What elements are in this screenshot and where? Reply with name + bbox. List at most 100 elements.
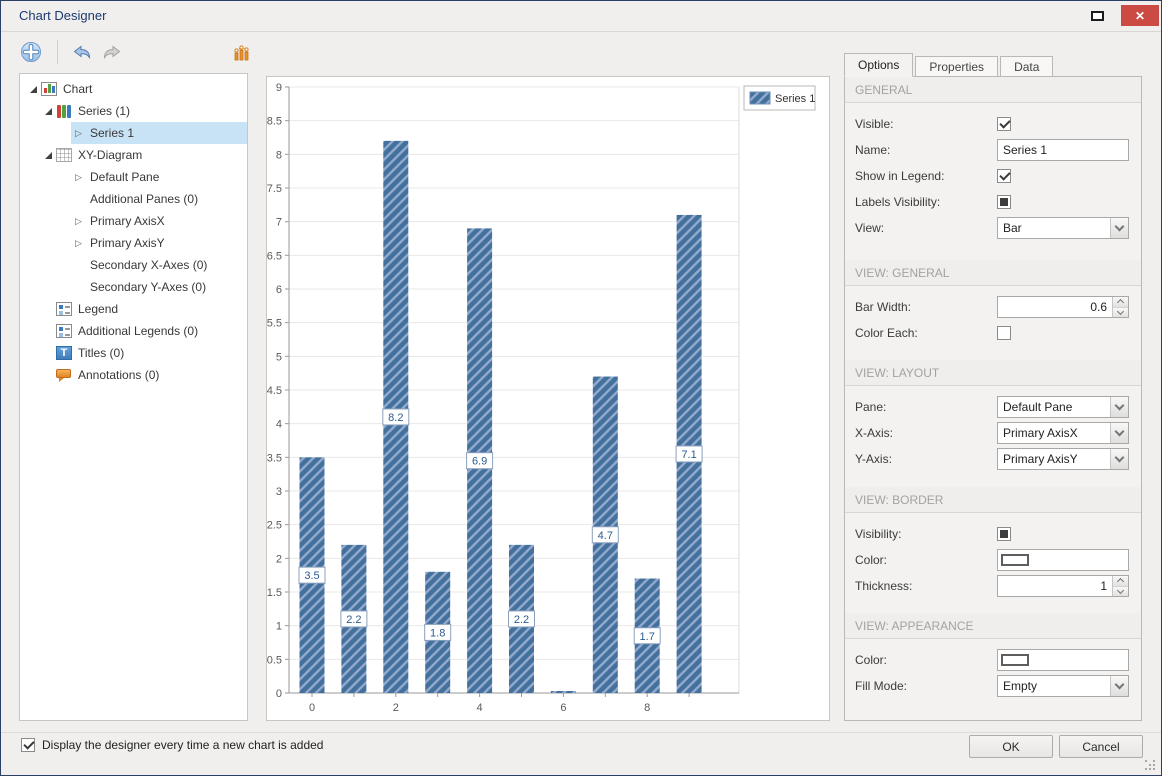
- chevron-down-icon[interactable]: [1110, 218, 1128, 238]
- x-axis-dropdown[interactable]: Primary AxisX: [997, 422, 1129, 444]
- chart-preview[interactable]: 00.511.522.533.544.555.566.577.588.59024…: [266, 76, 830, 721]
- chevron-down-icon[interactable]: [1110, 423, 1128, 443]
- tree-item-secondary-x-axes-0[interactable]: Secondary X-Axes (0): [71, 254, 247, 276]
- spin-down-icon[interactable]: [1113, 587, 1128, 597]
- svg-text:1.7: 1.7: [640, 631, 655, 643]
- tree-item-label: Series 1: [86, 126, 134, 140]
- bar-width-spinner[interactable]: 0.6: [997, 296, 1129, 318]
- undo-button[interactable]: [69, 39, 95, 65]
- expand-expanded-icon[interactable]: [41, 104, 56, 119]
- series-icon: [56, 104, 72, 118]
- tree-item-default-pane[interactable]: ▷Default Pane: [71, 166, 247, 188]
- svg-text:3: 3: [276, 486, 282, 498]
- svg-text:3.5: 3.5: [304, 570, 319, 582]
- grid-icon: [56, 148, 72, 162]
- x-tick-label: 6: [560, 702, 566, 714]
- tree-item-secondary-y-axes-0[interactable]: Secondary Y-Axes (0): [71, 276, 247, 298]
- field-label: Fill Mode:: [855, 679, 997, 693]
- expand-spacer: [71, 280, 86, 295]
- show-in-legend-checkbox[interactable]: [997, 169, 1011, 183]
- svg-text:8: 8: [276, 149, 282, 161]
- tree-item-titles-0[interactable]: Titles (0): [41, 342, 247, 364]
- tree-item-primary-axisy[interactable]: ▷Primary AxisY: [71, 232, 247, 254]
- x-tick-label: 2: [393, 702, 399, 714]
- plus-circle-icon: [20, 41, 42, 63]
- chart-type-button[interactable]: [229, 39, 255, 65]
- tree-item-label: Chart: [63, 82, 92, 96]
- tree-item-series-1[interactable]: Series (1): [41, 100, 247, 122]
- tab-properties[interactable]: Properties: [915, 56, 998, 77]
- visible-checkbox[interactable]: [997, 117, 1011, 131]
- svg-text:1.8: 1.8: [430, 627, 445, 639]
- expand-collapsed-icon[interactable]: ▷: [71, 126, 86, 141]
- chevron-down-icon[interactable]: [1110, 676, 1128, 696]
- section-header-general: GENERAL: [845, 77, 1141, 103]
- tab-options[interactable]: Options: [844, 53, 913, 77]
- spin-down-icon[interactable]: [1113, 308, 1128, 318]
- tree-item-annotations-0[interactable]: Annotations (0): [41, 364, 247, 386]
- chart-canvas[interactable]: 00.511.522.533.544.555.566.577.588.59024…: [267, 77, 829, 720]
- fill-mode-dropdown[interactable]: Empty: [997, 675, 1129, 697]
- svg-text:9: 9: [276, 82, 282, 94]
- tree-item-label: Additional Legends (0): [78, 324, 198, 338]
- legend-series-label: Series 1: [775, 93, 815, 105]
- redo-button[interactable]: [99, 39, 125, 65]
- border-visibility-checkbox[interactable]: [997, 527, 1011, 541]
- tree-item-chart[interactable]: Chart: [26, 78, 247, 100]
- tree-item-xy-diagram[interactable]: XY-Diagram: [41, 144, 247, 166]
- spin-up-icon[interactable]: [1113, 576, 1128, 587]
- display-designer-checkbox[interactable]: [21, 738, 35, 752]
- tree-item-additional-panes-0[interactable]: Additional Panes (0): [71, 188, 247, 210]
- svg-text:2.2: 2.2: [514, 614, 529, 626]
- ok-button[interactable]: OK: [969, 735, 1053, 758]
- tree-item-label: Legend: [78, 302, 118, 316]
- tree-item-legend[interactable]: Legend: [41, 298, 247, 320]
- tree-item-primary-axisx[interactable]: ▷Primary AxisX: [71, 210, 247, 232]
- svg-text:8.5: 8.5: [267, 116, 282, 128]
- view-dropdown[interactable]: Bar: [997, 217, 1129, 239]
- redo-icon: [102, 44, 122, 61]
- expand-collapsed-icon[interactable]: ▷: [71, 170, 86, 185]
- add-chart-element-button[interactable]: [18, 39, 44, 65]
- svg-text:4: 4: [276, 419, 282, 431]
- window-title: Chart Designer: [19, 8, 106, 23]
- close-icon[interactable]: ✕: [1121, 5, 1159, 26]
- name-input[interactable]: [997, 139, 1129, 161]
- y-axis-dropdown[interactable]: Primary AxisY: [997, 448, 1129, 470]
- chevron-down-icon[interactable]: [1110, 449, 1128, 469]
- field-label: Show in Legend:: [855, 169, 997, 183]
- field-label: Labels Visibility:: [855, 195, 997, 209]
- expand-expanded-icon[interactable]: [41, 148, 56, 163]
- chart-bar[interactable]: [551, 691, 576, 693]
- tree-item-label: Secondary X-Axes (0): [86, 258, 207, 272]
- chart-legend[interactable]: Series 1: [744, 86, 815, 110]
- tree-item-series-1[interactable]: ▷Series 1: [71, 122, 247, 144]
- tree-item-label: Series (1): [78, 104, 130, 118]
- pane-dropdown[interactable]: Default Pane: [997, 396, 1129, 418]
- section-header-view-appearance: VIEW: APPEARANCE: [845, 613, 1141, 639]
- tree-item-label: XY-Diagram: [78, 148, 142, 162]
- spin-up-icon[interactable]: [1113, 297, 1128, 308]
- title-bar: Chart Designer ✕: [1, 1, 1161, 32]
- field-label: Color Each:: [855, 326, 997, 340]
- tab-data[interactable]: Data: [1000, 56, 1053, 77]
- labels-visibility-checkbox[interactable]: [997, 195, 1011, 209]
- titles-icon: [56, 346, 72, 360]
- svg-text:0.5: 0.5: [267, 654, 282, 666]
- resize-grip[interactable]: [1145, 760, 1157, 772]
- maximize-icon[interactable]: [1091, 11, 1104, 21]
- section-header-view-border: VIEW: BORDER: [845, 487, 1141, 513]
- color-each-checkbox[interactable]: [997, 326, 1011, 340]
- svg-text:4.7: 4.7: [598, 530, 613, 542]
- appearance-color-picker[interactable]: [997, 649, 1129, 671]
- chart-icon: [41, 82, 57, 96]
- cancel-button[interactable]: Cancel: [1059, 735, 1143, 758]
- chevron-down-icon[interactable]: [1110, 397, 1128, 417]
- expand-expanded-icon[interactable]: [26, 82, 41, 97]
- tree-item-additional-legends-0[interactable]: Additional Legends (0): [41, 320, 247, 342]
- thickness-spinner[interactable]: 1: [997, 575, 1129, 597]
- border-color-picker[interactable]: [997, 549, 1129, 571]
- section-header-view-layout: VIEW: LAYOUT: [845, 360, 1141, 386]
- expand-collapsed-icon[interactable]: ▷: [71, 214, 86, 229]
- expand-collapsed-icon[interactable]: ▷: [71, 236, 86, 251]
